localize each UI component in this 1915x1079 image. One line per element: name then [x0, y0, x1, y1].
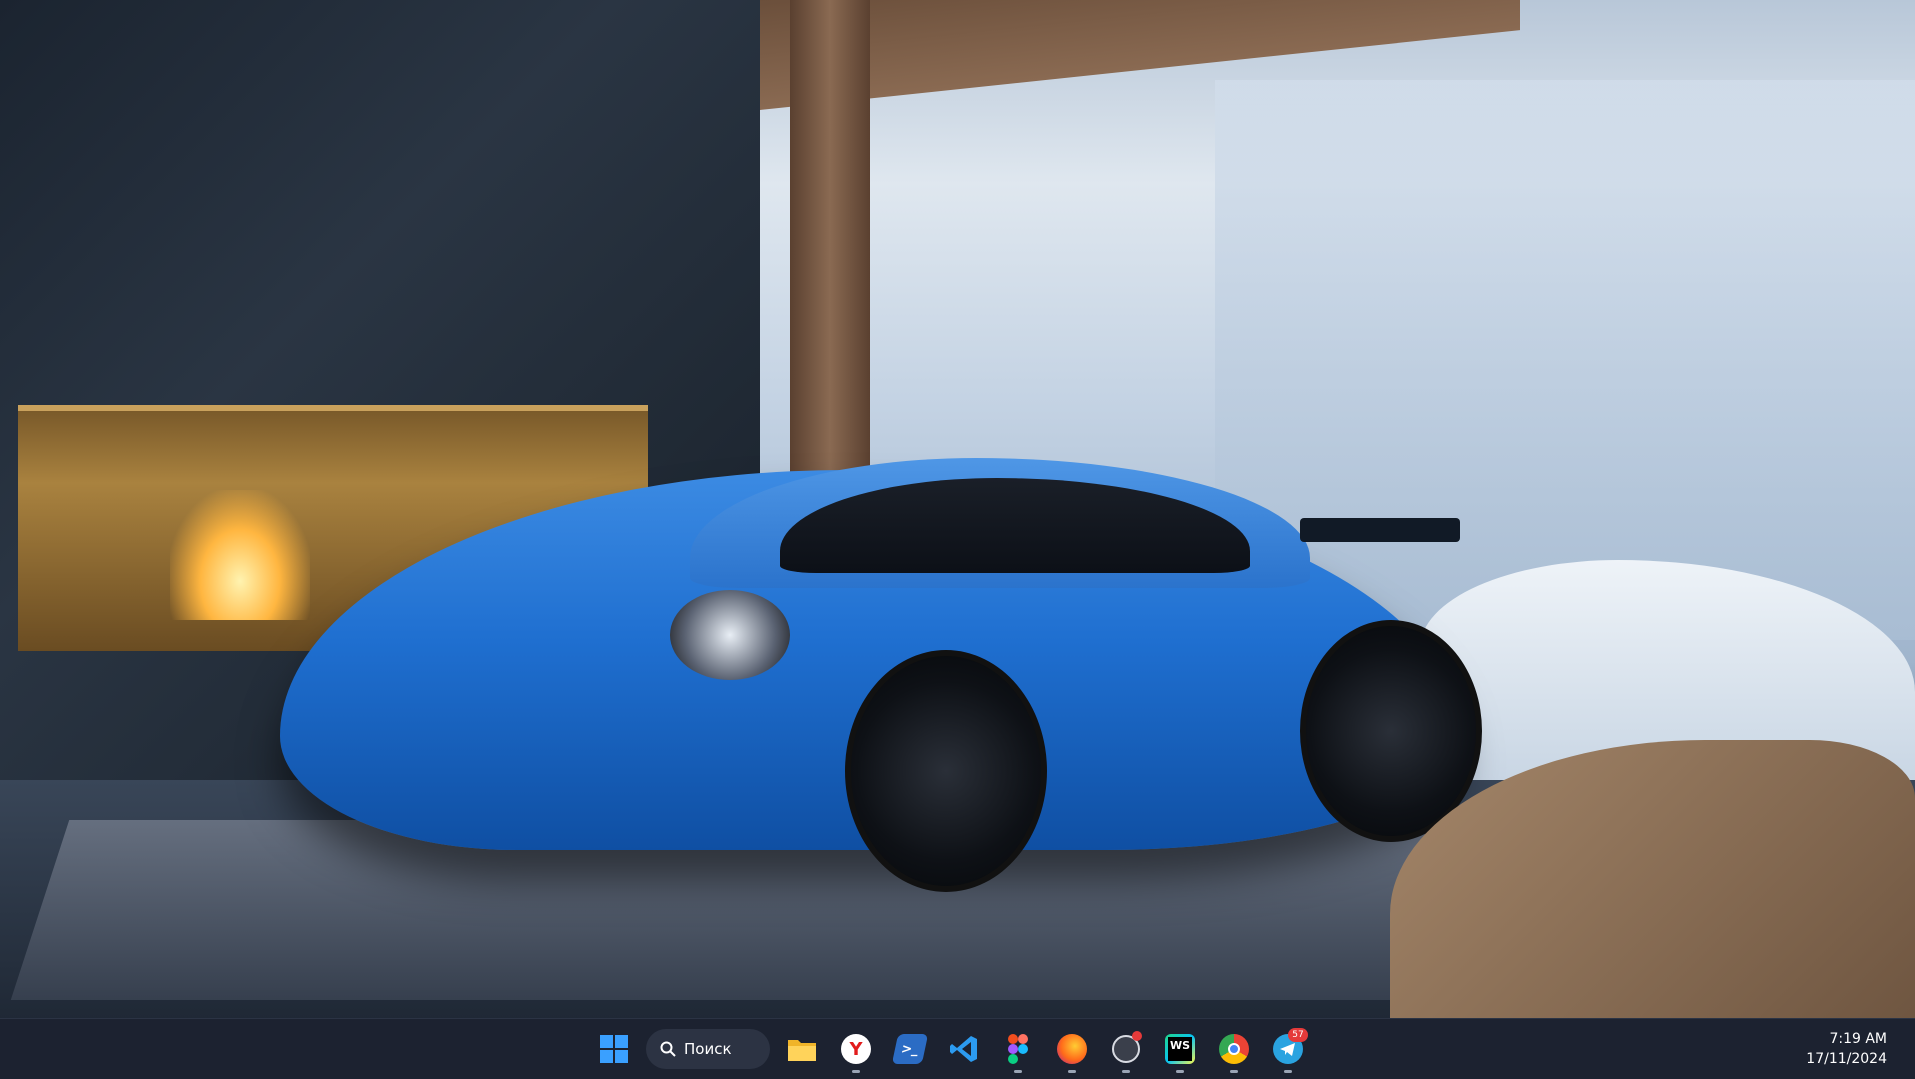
- chrome-button[interactable]: [1212, 1027, 1256, 1073]
- yandex-browser-icon: Y: [841, 1034, 871, 1064]
- running-indicator: [1176, 1070, 1184, 1073]
- snowy-forest: [1215, 80, 1915, 640]
- running-indicator: [852, 1070, 860, 1073]
- car-spoiler: [1300, 518, 1460, 542]
- powershell-button[interactable]: >_: [888, 1027, 932, 1071]
- running-indicator: [1068, 1070, 1076, 1073]
- chrome-icon: [1219, 1034, 1249, 1064]
- unread-badge: 57: [1288, 1028, 1308, 1042]
- running-indicator: [1014, 1070, 1022, 1073]
- desktop-wallpaper: [0, 0, 1915, 1019]
- figma-button[interactable]: [996, 1027, 1040, 1073]
- firefox-button[interactable]: [1050, 1027, 1094, 1073]
- taskbar-apps: Поиск Y >_ WS 57: [592, 1027, 1310, 1073]
- vscode-icon: [950, 1036, 977, 1062]
- start-button[interactable]: [592, 1027, 636, 1071]
- clock-date: 17/11/2024: [1806, 1051, 1887, 1067]
- firefox-icon: [1057, 1034, 1087, 1064]
- running-indicator: [1230, 1070, 1238, 1073]
- webstorm-icon: WS: [1165, 1034, 1195, 1064]
- running-indicator: [1122, 1070, 1130, 1073]
- search-icon: [660, 1041, 676, 1057]
- figma-icon: [1008, 1034, 1028, 1064]
- running-indicator: [1284, 1070, 1292, 1073]
- file-explorer-button[interactable]: [780, 1027, 824, 1071]
- search-label: Поиск: [684, 1040, 732, 1058]
- clock-time: 7:19 AM: [1829, 1031, 1887, 1047]
- taskbar: Поиск Y >_ WS 57 7:19 AM 17/11/2024: [0, 1018, 1915, 1079]
- system-clock[interactable]: 7:19 AM 17/11/2024: [1806, 1029, 1887, 1069]
- file-explorer-icon: [788, 1040, 816, 1061]
- windows-logo-icon: [600, 1035, 628, 1063]
- notification-dot: [1132, 1031, 1142, 1041]
- obs-button[interactable]: [1104, 1027, 1148, 1073]
- yandex-browser-button[interactable]: Y: [834, 1027, 878, 1073]
- webstorm-button[interactable]: WS: [1158, 1027, 1202, 1073]
- search-button[interactable]: Поиск: [646, 1029, 770, 1069]
- fire-flame: [170, 490, 310, 620]
- car-headlight: [670, 590, 790, 680]
- car-front-wheel: [845, 650, 1047, 892]
- powershell-icon: >_: [891, 1034, 929, 1064]
- vscode-button[interactable]: [942, 1027, 986, 1071]
- telegram-button[interactable]: 57: [1266, 1027, 1310, 1073]
- webstorm-label: WS: [1168, 1037, 1192, 1061]
